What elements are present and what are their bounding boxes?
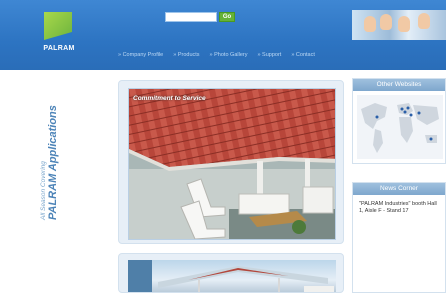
go-button[interactable]: Go [219, 12, 235, 22]
other-websites-title: Other Websites [353, 79, 445, 91]
search-input[interactable] [165, 12, 217, 22]
world-map-icon [361, 103, 439, 153]
nav-company-profile[interactable]: » Company Profile [118, 52, 163, 62]
world-map[interactable] [357, 95, 443, 159]
logo-icon [44, 12, 72, 40]
tagline-title: PALRAM Applications [47, 105, 59, 220]
palram-logo[interactable]: PALRAM [38, 12, 80, 58]
secondary-panel [118, 253, 344, 293]
other-websites-box: Other Websites [352, 78, 446, 164]
header-photo-strip [352, 10, 446, 40]
feature-image[interactable]: Commitment to Service [128, 88, 336, 240]
logo-text: PALRAM [43, 45, 75, 52]
nav-products[interactable]: » Products [173, 52, 199, 62]
main-navigation: » Company Profile » Products » Photo Gal… [118, 52, 315, 62]
header-bar: PALRAM Go » Company Profile » Products »… [0, 0, 446, 70]
person-photo [398, 16, 410, 32]
feature-caption: Commitment to Service [133, 95, 206, 102]
person-photo [380, 14, 392, 30]
person-photo [364, 16, 376, 32]
news-corner-box: News Corner "PALRAM Industries" booth Ha… [352, 182, 446, 293]
news-corner-title: News Corner [353, 183, 445, 195]
nav-support[interactable]: » Support [257, 52, 281, 62]
tagline-subtitle: All Season Covering [40, 161, 47, 220]
carport-illustration [128, 260, 334, 292]
nav-photo-gallery[interactable]: » Photo Gallery [210, 52, 248, 62]
carport-image[interactable] [128, 260, 336, 292]
news-item[interactable]: "PALRAM Industries" booth Hall 1, Aisle … [353, 195, 445, 221]
nav-contact[interactable]: » Contact [291, 52, 315, 62]
person-photo [418, 13, 430, 29]
patio-illustration [129, 89, 335, 239]
feature-panel: Commitment to Service [118, 80, 344, 244]
vertical-tagline: All Season Covering PALRAM Applications [40, 70, 59, 220]
